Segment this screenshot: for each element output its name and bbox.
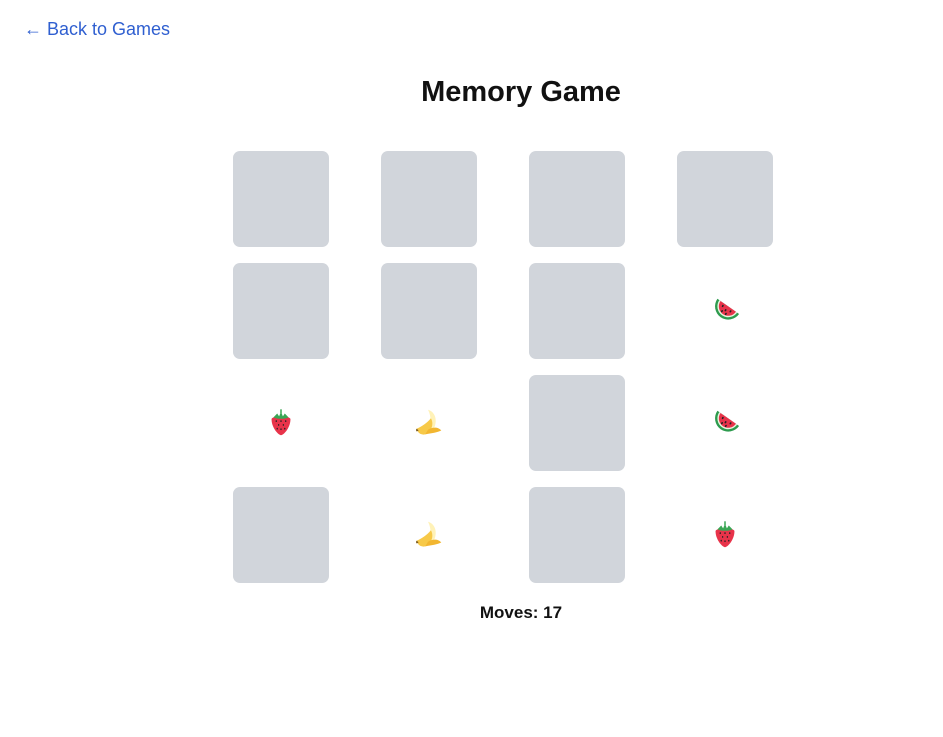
memory-card-hidden[interactable] (233, 487, 329, 583)
back-to-games-link[interactable]: ← Back to Games (24, 18, 170, 40)
memory-card-revealed[interactable] (677, 263, 773, 359)
strawberry-icon (715, 521, 735, 548)
watermelon-icon (715, 410, 740, 432)
banana-icon (416, 409, 442, 435)
memory-card-revealed[interactable] (677, 375, 773, 471)
memory-card-revealed[interactable] (233, 375, 329, 471)
memory-board (233, 151, 773, 583)
memory-card-hidden[interactable] (381, 263, 477, 359)
memory-card-hidden[interactable] (529, 375, 625, 471)
memory-card-revealed[interactable] (381, 487, 477, 583)
memory-card-hidden[interactable] (529, 263, 625, 359)
memory-card-revealed[interactable] (677, 487, 773, 583)
watermelon-icon (715, 298, 740, 320)
memory-card-hidden[interactable] (381, 151, 477, 247)
memory-card-hidden[interactable] (233, 263, 329, 359)
memory-card-hidden[interactable] (529, 151, 625, 247)
memory-card-hidden[interactable] (529, 487, 625, 583)
memory-card-revealed[interactable] (381, 375, 477, 471)
moves-counter: Moves: 17 (479, 603, 563, 622)
strawberry-icon (271, 409, 291, 436)
memory-card-hidden[interactable] (677, 151, 773, 247)
banana-icon (416, 521, 442, 547)
memory-card-hidden[interactable] (233, 151, 329, 247)
page-title: Memory Game (421, 76, 621, 108)
